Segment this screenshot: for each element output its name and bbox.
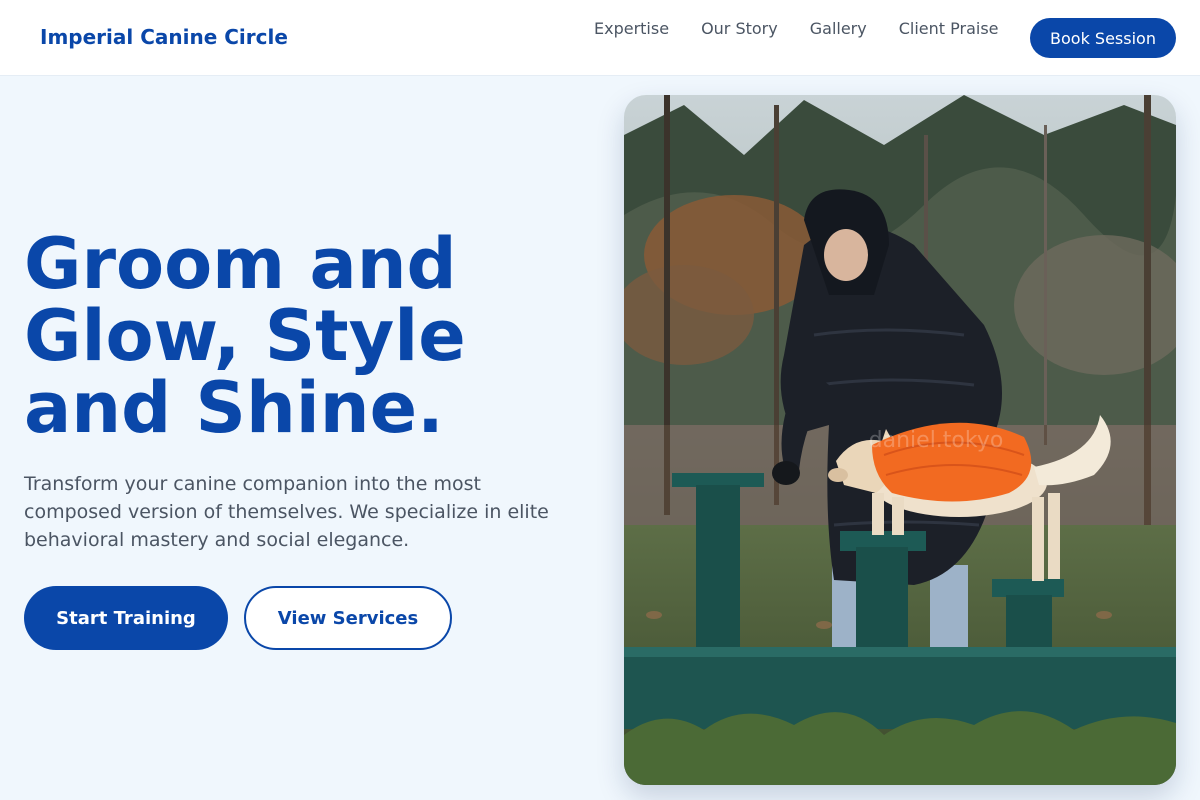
book-session-button[interactable]: Book Session — [1030, 18, 1176, 58]
brand-logo[interactable]: Imperial Canine Circle — [40, 25, 288, 49]
nav-link-our-story[interactable]: Our Story — [701, 19, 778, 38]
start-training-button[interactable]: Start Training — [24, 586, 228, 650]
nav-link-expertise[interactable]: Expertise — [594, 19, 669, 38]
navbar: Imperial Canine Circle Expertise Our Sto… — [0, 0, 1200, 76]
hero-subtitle: Transform your canine companion into the… — [24, 473, 549, 551]
hero-image: daniel.tokyo — [624, 95, 1176, 785]
hero-title: Groom and Glow, Style and Shine. — [24, 223, 466, 449]
trainer-with-dog-photo: daniel.tokyo — [624, 95, 1176, 785]
view-services-button[interactable]: View Services — [244, 586, 452, 650]
nav-link-gallery[interactable]: Gallery — [810, 19, 867, 38]
photo-watermark: daniel.tokyo — [869, 428, 1004, 453]
nav-link-client-praise[interactable]: Client Praise — [899, 19, 999, 38]
nav-links: Expertise Our Story Gallery Client Prais… — [594, 19, 1031, 38]
